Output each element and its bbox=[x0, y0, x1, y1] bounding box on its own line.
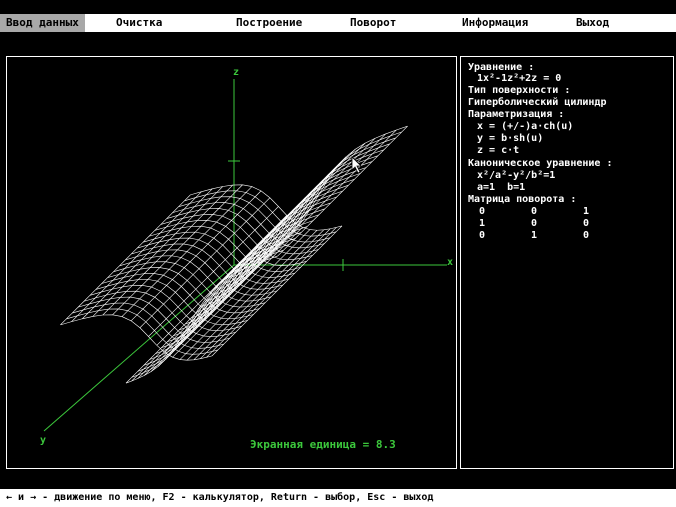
mesh-line-t bbox=[178, 196, 331, 243]
status-hint: ← и → - движение по меню, F2 - калькулят… bbox=[6, 492, 434, 503]
plot-panel: z x y bbox=[6, 56, 457, 469]
matrix-cell: 0 bbox=[479, 230, 486, 241]
menu-item-info[interactable]: Информация bbox=[456, 14, 534, 32]
mesh-line-t bbox=[137, 237, 289, 284]
mesh-line-t bbox=[72, 302, 224, 349]
menu-item-data-input[interactable]: Ввод данных bbox=[0, 14, 85, 32]
rotation-title: Матрица поворота : bbox=[468, 194, 577, 205]
mesh-line-t bbox=[78, 296, 230, 343]
mesh-line-t bbox=[107, 267, 260, 314]
matrix-cell: 0 bbox=[583, 230, 590, 241]
canonical-title: Каноническое уравнение : bbox=[468, 158, 613, 169]
mesh-line-t bbox=[60, 314, 213, 361]
surface-plot bbox=[43, 79, 447, 432]
canonical-equation: x²/a²-y²/b²=1 bbox=[477, 170, 556, 181]
param-y: y = b·sh(u) bbox=[477, 133, 544, 144]
matrix-cell: 1 bbox=[479, 218, 486, 229]
param-x: x = (+/-)a·ch(u) bbox=[477, 121, 574, 132]
coefficients: a=1 b=1 bbox=[477, 182, 526, 193]
matrix-cell: 1 bbox=[583, 206, 590, 217]
menu-item-exit[interactable]: Выход bbox=[570, 14, 615, 32]
matrix-cell: 0 bbox=[583, 218, 590, 229]
menu-bar: Ввод данных Очистка Построение Поворот И… bbox=[0, 0, 676, 34]
axis-y-label: y bbox=[40, 435, 47, 446]
axis-x-label: x bbox=[447, 257, 454, 268]
axes bbox=[43, 79, 447, 432]
axis-z-label: z bbox=[233, 67, 240, 78]
mesh-line-t bbox=[89, 284, 242, 331]
parametrization-title: Параметризация : bbox=[468, 109, 565, 120]
matrix-cell: 1 bbox=[531, 230, 538, 241]
mesh-line-t bbox=[184, 190, 337, 237]
mesh-line-t bbox=[119, 255, 272, 302]
mesh-line-t bbox=[95, 279, 248, 326]
mouse-cursor-icon bbox=[351, 156, 362, 174]
mesh-line-t bbox=[101, 273, 254, 320]
mesh-line-t bbox=[190, 184, 343, 231]
matrix-cell: 0 bbox=[479, 206, 486, 217]
mesh-line-t bbox=[166, 208, 319, 255]
equation-text: 1x²-1z²+2z = 0 bbox=[477, 73, 562, 84]
menu-item-rotate[interactable]: Поворот bbox=[344, 14, 402, 32]
mesh-line-t bbox=[125, 249, 278, 296]
scale-label: Экранная единица = 8.3 bbox=[250, 438, 396, 451]
mesh-line-t bbox=[160, 214, 313, 261]
mesh-line-t bbox=[143, 231, 295, 278]
matrix-cell: 0 bbox=[531, 206, 538, 217]
mesh-line-t bbox=[113, 261, 266, 308]
mesh-line-t bbox=[66, 308, 219, 355]
surface-type-text: Гиперболический цилиндр bbox=[468, 97, 607, 108]
mesh-line-t bbox=[172, 202, 325, 249]
matrix-cell: 0 bbox=[531, 218, 538, 229]
param-z: z = c·t bbox=[477, 145, 520, 156]
surface-type-title: Тип поверхности : bbox=[468, 85, 571, 96]
equation-title: Уравнение : bbox=[468, 62, 535, 73]
info-panel: Уравнение : 1x²-1z²+2z = 0 Тип поверхнос… bbox=[460, 56, 674, 469]
menu-item-plot[interactable]: Построение bbox=[230, 14, 308, 32]
menu-strip: Ввод данных Очистка Построение Поворот И… bbox=[0, 14, 676, 32]
menu-item-clear[interactable]: Очистка bbox=[110, 14, 168, 32]
mesh-line-t bbox=[131, 243, 284, 290]
status-bar: ← и → - движение по меню, F2 - калькулят… bbox=[0, 489, 676, 507]
mesh-line-t bbox=[154, 220, 307, 267]
